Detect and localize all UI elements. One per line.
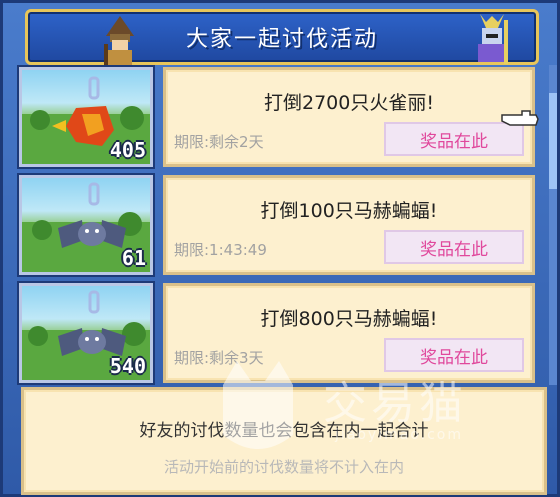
mission-goal: 打倒800只马赫蝙蝠! (260, 308, 438, 330)
defeat-count: 61 (121, 246, 146, 270)
defeat-count: 405 (109, 138, 146, 162)
prize-button[interactable]: 奖品在此 (384, 338, 524, 372)
mission-goal: 打倒100只马赫蝙蝠! (260, 200, 438, 222)
defeat-count: 540 (109, 354, 146, 378)
monster-thumbnail: 61 (17, 173, 155, 277)
info-line-notice: 活动开始前的讨伐数量将不计入在内 (163, 458, 404, 476)
mission-card: 打倒100只马赫蝙蝠! 期限:1:43:49 奖品在此 (163, 175, 535, 275)
hand-pointer-icon (501, 110, 539, 126)
page-title: 大家一起讨伐活动 (185, 27, 378, 52)
info-panel: 好友的讨伐数量也会包含在内一起合计 活动开始前的讨伐数量将不计入在内 (21, 387, 547, 495)
mission-deadline: 期限:剩余3天 (174, 349, 264, 367)
title-bar: 大家一起讨伐活动 (25, 9, 539, 68)
info-line-friends: 好友的讨伐数量也会包含在内一起合计 (139, 421, 429, 441)
monster-thumbnail: 405 (17, 65, 155, 169)
mission-row: 61 打倒100只马赫蝙蝠! 期限:1:43:49 奖品在此 (17, 171, 549, 277)
prize-button[interactable]: 奖品在此 (384, 230, 524, 264)
monster-thumbnail: 540 (17, 281, 155, 385)
wizard-character-icon (104, 16, 134, 68)
mission-deadline: 期限:剩余2天 (174, 133, 264, 151)
knight-character-icon (478, 14, 508, 64)
mission-card: 打倒800只马赫蝙蝠! 期限:剩余3天 奖品在此 (163, 283, 535, 383)
mission-goal: 打倒2700只火雀丽! (264, 92, 434, 114)
scrollbar-thumb[interactable] (549, 93, 557, 189)
mission-card: 打倒2700只火雀丽! 期限:剩余2天 奖品在此 (163, 67, 535, 167)
mission-row: 540 打倒800只马赫蝙蝠! 期限:剩余3天 奖品在此 (17, 279, 549, 385)
scrollbar[interactable] (549, 65, 557, 385)
mission-deadline: 期限:1:43:49 (174, 241, 267, 259)
event-window: 大家一起讨伐活动 405 打倒2700只火雀丽! 期限:剩余2天 奖品在此 61… (0, 0, 560, 497)
mission-row: 405 打倒2700只火雀丽! 期限:剩余2天 奖品在此 (17, 63, 549, 169)
mission-list[interactable]: 405 打倒2700只火雀丽! 期限:剩余2天 奖品在此 61 打倒100只马赫… (17, 63, 549, 385)
